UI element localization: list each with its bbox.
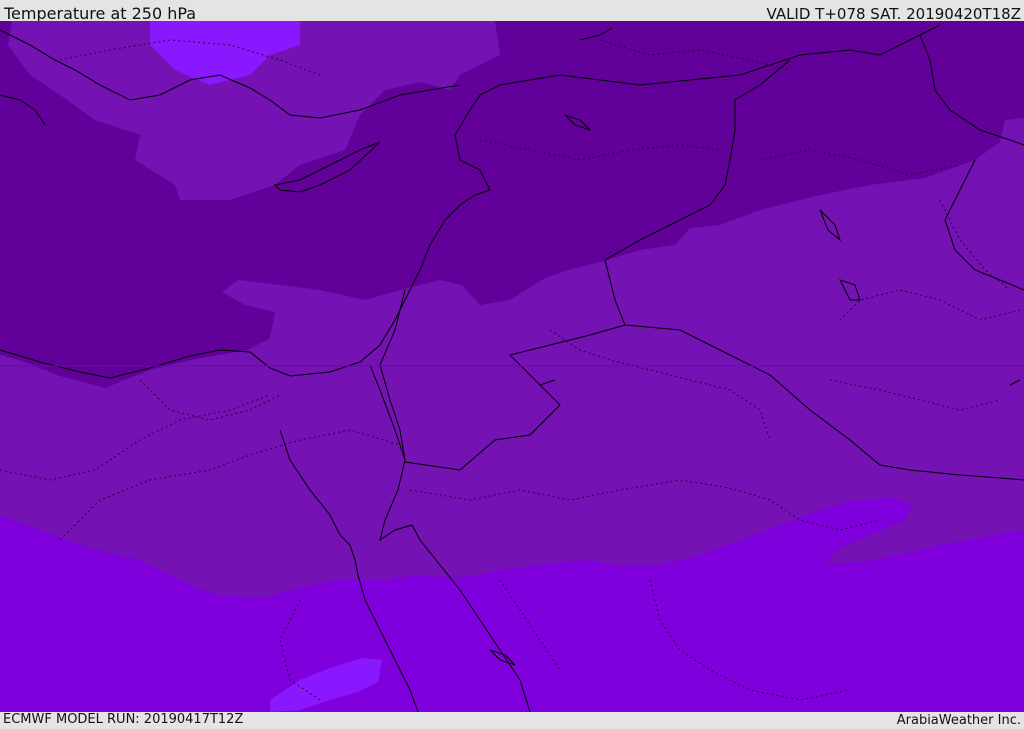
credit-label: ArabiaWeather Inc. [896, 713, 1021, 728]
footer-bar: ECMWF MODEL RUN: 20190417T12Z ArabiaWeat… [0, 712, 1024, 729]
model-run-label: ECMWF MODEL RUN: 20190417T12Z [3, 712, 244, 727]
temperature-map-svg [0, 21, 1024, 712]
header-bar: Temperature at 250 hPa VALID T+078 SAT. … [0, 0, 1024, 23]
weather-map [0, 21, 1024, 712]
